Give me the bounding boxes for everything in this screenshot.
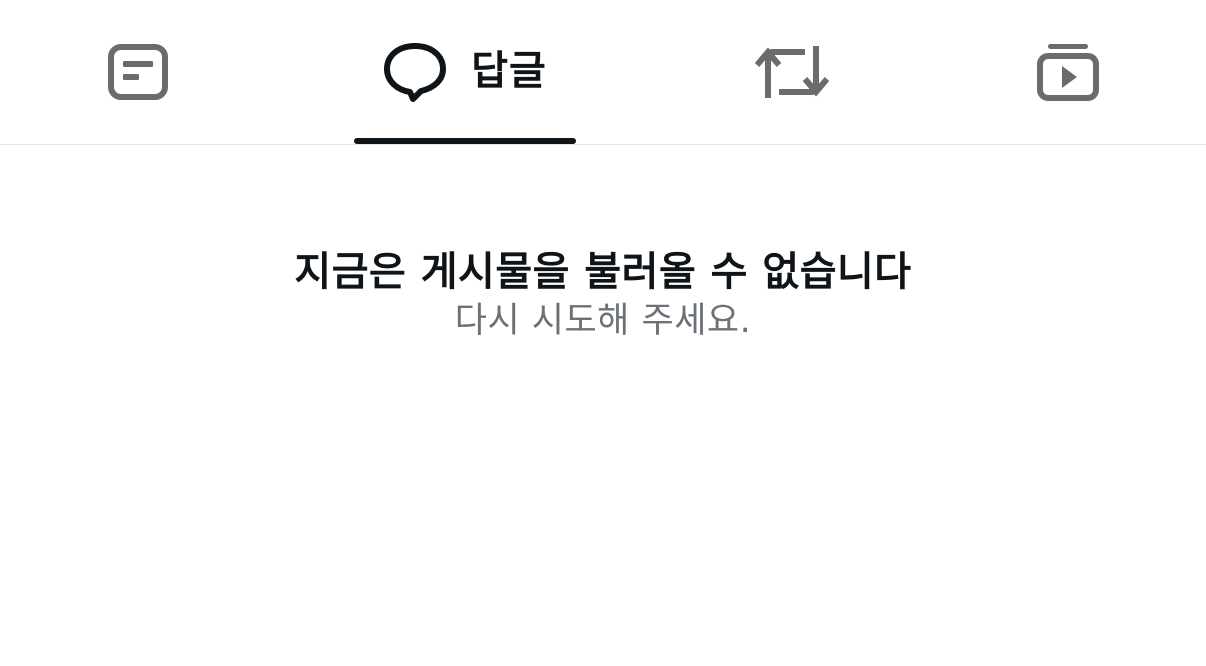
repost-icon [755,43,829,101]
empty-state-subtitle: 다시 시도해 주세요. [454,301,752,341]
selected-tab-indicator [354,138,576,144]
tab-reposts[interactable] [692,0,892,144]
profile-tab-bar: 답글 [0,0,1206,145]
tab-replies-label: 답글 [471,48,547,94]
empty-state: 지금은 게시물을 불러올 수 없습니다 다시 시도해 주세요. [0,246,1206,344]
post-list-icon [107,43,169,101]
speech-bubble-icon [383,41,447,103]
empty-state-title: 지금은 게시물을 불러올 수 없습니다 [294,249,912,295]
tab-videos[interactable] [968,0,1168,144]
video-stack-icon [1036,42,1100,102]
tab-replies[interactable]: 답글 [340,0,590,144]
tab-posts[interactable] [38,0,238,144]
